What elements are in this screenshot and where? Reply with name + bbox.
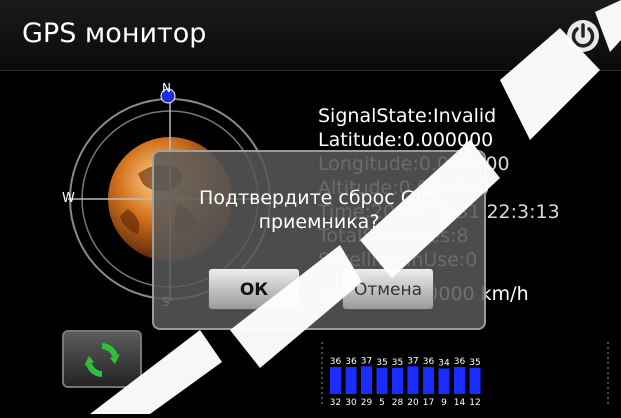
signal-bar [423, 367, 434, 394]
page-title: GPS монитор [22, 18, 207, 49]
signal-chart: 36 32 36 30 37 29 35 5 35 28 37 20 36 17 34 9 36 14 35 12 [318, 336, 614, 414]
title-bar: GPS монитор [0, 0, 621, 71]
refresh-icon [84, 343, 120, 377]
cancel-button[interactable]: Отмена [342, 268, 434, 310]
signal-bar [454, 367, 465, 394]
compass-west-label: W [62, 191, 75, 206]
signal-bar [438, 368, 450, 394]
signal-bar [469, 367, 481, 394]
signal-value-label: 36 [423, 357, 435, 367]
satellite-id-label: 14 [454, 398, 466, 408]
satellite-id-label: 28 [392, 398, 404, 408]
signal-state-text: SignalState:Invalid [318, 105, 497, 127]
compass-north-label: N [162, 81, 171, 95]
satellite-id-label: 32 [330, 398, 341, 408]
signal-value-label: 36 [454, 357, 466, 367]
dialog-message: Подтвердите сброс GPS приемника? [199, 187, 439, 233]
signal-value-label: 35 [392, 358, 403, 368]
refresh-button[interactable] [62, 330, 142, 388]
signal-value-label: 37 [407, 356, 418, 366]
signal-value-label: 35 [469, 358, 480, 368]
satellite-id-label: 30 [345, 398, 357, 408]
satellite-id-label: 20 [407, 398, 419, 408]
signal-value-label: 37 [361, 356, 372, 366]
signal-bar [407, 366, 419, 394]
satellite-id-label: 29 [361, 398, 373, 408]
signal-bar [376, 367, 388, 394]
ok-button[interactable]: ОК [208, 268, 300, 310]
power-icon[interactable] [566, 19, 600, 53]
signal-bar [392, 367, 403, 394]
satellite-id-label: 5 [379, 398, 385, 408]
signal-value-label: 34 [438, 359, 450, 369]
satellite-id-label: 17 [423, 398, 434, 408]
signal-value-label: 36 [330, 357, 342, 367]
signal-value-label: 36 [345, 357, 357, 367]
satellite-id-label: 9 [441, 398, 447, 408]
confirm-dialog: Подтвердите сброс GPS приемника? ОК Отме… [152, 150, 486, 330]
satellite-id-label: 12 [469, 398, 480, 408]
signal-bar [361, 366, 372, 394]
signal-bar [345, 367, 357, 394]
signal-value-label: 35 [376, 358, 387, 368]
signal-bar [330, 367, 341, 394]
latitude-text: Latitude:0.000000 [318, 129, 494, 151]
